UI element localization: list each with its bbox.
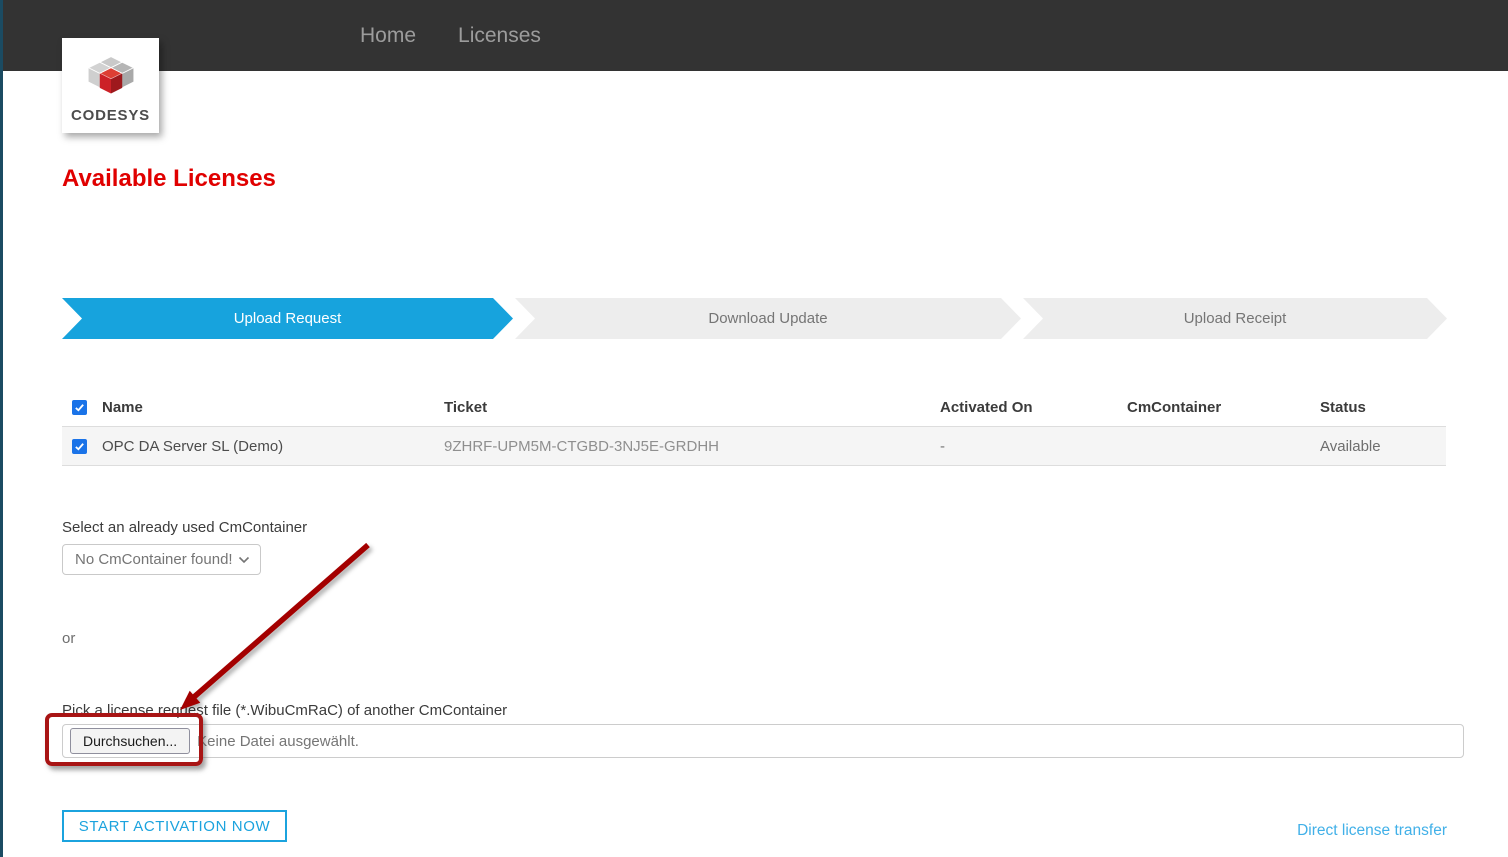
wizard-steps: Upload Request Download Update Upload Re… [62, 298, 1447, 339]
top-navbar: Home Licenses [0, 0, 1508, 71]
column-header-activated-on: Activated On [940, 399, 1127, 416]
no-file-selected-text: Keine Datei ausgewählt. [197, 733, 359, 750]
logo-text: CODESYS [71, 107, 150, 124]
check-icon [74, 402, 85, 413]
row-checkbox[interactable] [72, 439, 87, 454]
cell-name: OPC DA Server SL (Demo) [102, 438, 444, 455]
file-input[interactable]: Durchsuchen... Keine Datei ausgewählt. [62, 724, 1464, 758]
direct-license-transfer-link[interactable]: Direct license transfer [1297, 822, 1447, 840]
step-upload-request[interactable]: Upload Request [62, 298, 513, 339]
cube-icon [78, 47, 144, 107]
cell-ticket: 9ZHRF-UPM5M-CTGBD-3NJ5E-GRDHH [444, 438, 940, 455]
column-header-name: Name [102, 399, 444, 416]
cell-status: Available [1320, 438, 1446, 455]
column-header-status: Status [1320, 399, 1446, 416]
cmcontainer-select[interactable]: No CmContainer found! [62, 544, 261, 575]
column-header-cmcontainer: CmContainer [1127, 399, 1320, 416]
nav-item-licenses[interactable]: Licenses [458, 24, 541, 48]
window-edge-strip [0, 0, 3, 857]
table-row: OPC DA Server SL (Demo) 9ZHRF-UPM5M-CTGB… [62, 427, 1446, 466]
check-icon [74, 441, 85, 452]
or-separator: or [62, 630, 75, 647]
select-all-checkbox[interactable] [72, 400, 87, 415]
page-title: Available Licenses [62, 165, 276, 193]
nav-item-home[interactable]: Home [360, 24, 416, 48]
file-picker-label: Pick a license request file (*.WibuCmRaC… [62, 702, 507, 719]
step-upload-receipt[interactable]: Upload Receipt [1023, 298, 1447, 339]
step-download-update[interactable]: Download Update [515, 298, 1021, 339]
cmcontainer-select-value: No CmContainer found! [75, 551, 238, 568]
codesys-logo[interactable]: CODESYS [62, 38, 159, 133]
start-activation-button[interactable]: START ACTIVATION NOW [62, 810, 287, 842]
page: Home Licenses CODESYS Available Licenses… [0, 0, 1508, 857]
browse-button[interactable]: Durchsuchen... [70, 728, 190, 754]
chevron-down-icon [238, 556, 250, 564]
cell-activated-on: - [940, 438, 1127, 455]
table-header-row: Name Ticket Activated On CmContainer Sta… [62, 389, 1446, 427]
cmcontainer-select-label: Select an already used CmContainer [62, 519, 307, 536]
column-header-ticket: Ticket [444, 399, 940, 416]
licenses-table: Name Ticket Activated On CmContainer Sta… [62, 389, 1446, 466]
nav-links: Home Licenses [360, 0, 541, 71]
